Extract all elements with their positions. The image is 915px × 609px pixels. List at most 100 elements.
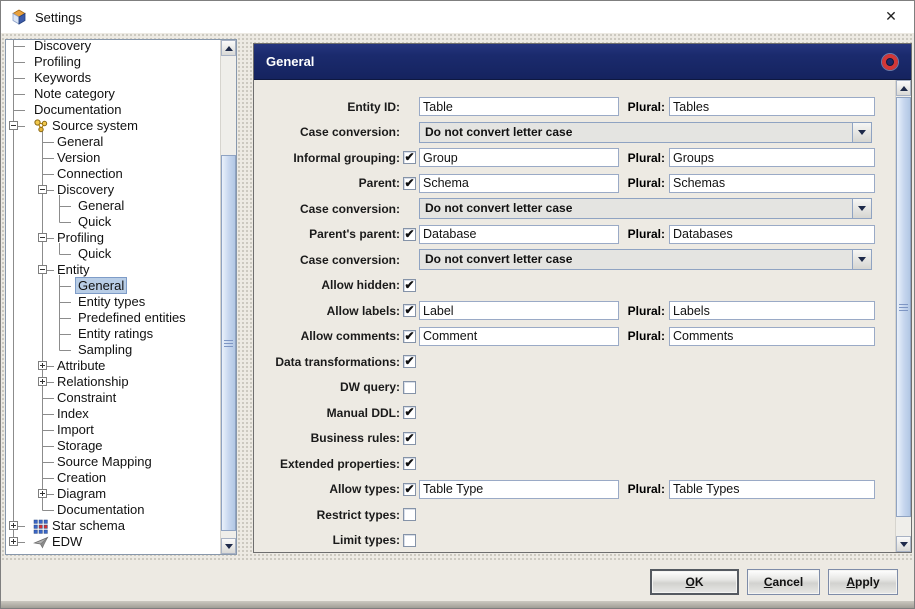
collapse-icon[interactable] xyxy=(38,185,47,194)
expand-icon[interactable] xyxy=(38,489,47,498)
expand-icon[interactable] xyxy=(38,361,47,370)
case-conversion-select[interactable]: Do not convert letter case xyxy=(419,198,872,219)
tree-scrollbar-thumb[interactable] xyxy=(221,155,236,531)
tree-item-import[interactable]: Import xyxy=(6,422,220,438)
tree-item-relationship[interactable]: Relationship xyxy=(6,374,220,390)
tree-item-edw[interactable]: EDW xyxy=(6,534,220,550)
tree-item-label: Source Mapping xyxy=(57,454,152,469)
cancel-button[interactable]: Cancel xyxy=(747,569,820,595)
allow-types-plural-input[interactable] xyxy=(669,480,875,499)
tree-item-storage[interactable]: Storage xyxy=(6,438,220,454)
parent-checkbox[interactable]: ✔ xyxy=(403,177,416,190)
manual-ddl-checkbox[interactable]: ✔ xyxy=(403,406,416,419)
parent-input[interactable] xyxy=(419,174,619,193)
scroll-up-button[interactable] xyxy=(896,80,911,96)
extended-properties-checkbox[interactable]: ✔ xyxy=(403,457,416,470)
close-icon[interactable]: ✕ xyxy=(868,1,914,32)
plural-label: Plural: xyxy=(625,482,665,496)
allow-types-input[interactable] xyxy=(419,480,619,499)
tree-item-keywords[interactable]: Keywords xyxy=(6,70,220,86)
tree-item-creation[interactable]: Creation xyxy=(6,470,220,486)
tree-item-index[interactable]: Index xyxy=(6,406,220,422)
tree-item-profiling[interactable]: Profiling xyxy=(6,54,220,70)
tree-item-predefined-entities[interactable]: Predefined entities xyxy=(6,310,220,326)
tree-item-general[interactable]: General xyxy=(6,198,220,214)
split-divider[interactable] xyxy=(237,33,251,561)
tree-item-source-mapping[interactable]: Source Mapping xyxy=(6,454,220,470)
collapse-icon[interactable] xyxy=(38,233,47,242)
case-conversion-label: Case conversion: xyxy=(254,125,400,139)
allow-types-checkbox[interactable]: ✔ xyxy=(403,483,416,496)
allow-labels-plural-input[interactable] xyxy=(669,301,875,320)
tree-item-discovery[interactable]: Discovery xyxy=(6,40,220,54)
entity-id-input[interactable] xyxy=(419,97,619,116)
case-conversion-label: Case conversion: xyxy=(254,253,400,267)
tree-item-constraint[interactable]: Constraint xyxy=(6,390,220,406)
tree-item-quick[interactable]: Quick xyxy=(6,214,220,230)
tree-item-source-system[interactable]: Source system xyxy=(6,118,220,134)
parent-s-parent-plural-input[interactable] xyxy=(669,225,875,244)
chevron-down-icon[interactable] xyxy=(852,199,871,218)
collapse-icon[interactable] xyxy=(38,265,47,274)
expand-icon[interactable] xyxy=(38,377,47,386)
business-rules-checkbox[interactable]: ✔ xyxy=(403,432,416,445)
scroll-down-button[interactable] xyxy=(221,538,236,554)
expand-icon[interactable] xyxy=(9,537,18,546)
settings-tree[interactable]: DiscoveryProfilingKeywordsNote categoryD… xyxy=(5,39,237,555)
tree-item-attribute[interactable]: Attribute xyxy=(6,358,220,374)
tree-item-profiling[interactable]: Profiling xyxy=(6,230,220,246)
informal-grouping-checkbox[interactable]: ✔ xyxy=(403,151,416,164)
tree-item-diagram[interactable]: Diagram xyxy=(6,486,220,502)
data-transformations-checkbox[interactable]: ✔ xyxy=(403,355,416,368)
tree-item-label: Constraint xyxy=(57,390,116,405)
tree-item-entity-types[interactable]: Entity types xyxy=(6,294,220,310)
tree-item-documentation[interactable]: Documentation xyxy=(6,502,220,518)
tree-item-version[interactable]: Version xyxy=(6,150,220,166)
titlebar[interactable]: Settings ✕ xyxy=(1,1,914,34)
chevron-down-icon[interactable] xyxy=(852,123,871,142)
tree-item-connection[interactable]: Connection xyxy=(6,166,220,182)
form-row-case-conversion: Case conversion: Do not convert letter ca… xyxy=(254,120,894,146)
chevron-down-icon[interactable] xyxy=(852,250,871,269)
tree-item-entity-ratings[interactable]: Entity ratings xyxy=(6,326,220,342)
allow-comments-plural-input[interactable] xyxy=(669,327,875,346)
form-scrollbar[interactable] xyxy=(895,80,911,552)
informal-grouping-plural-input[interactable] xyxy=(669,148,875,167)
allow-labels-input[interactable] xyxy=(419,301,619,320)
tree-item-general[interactable]: General xyxy=(6,278,220,294)
case-conversion-select[interactable]: Do not convert letter case xyxy=(419,122,872,143)
tree-scrollbar[interactable] xyxy=(220,40,236,554)
allow-comments-input[interactable] xyxy=(419,327,619,346)
form-row-data-transformations: Data transformations:✔ xyxy=(254,349,894,375)
scroll-down-button[interactable] xyxy=(896,536,911,552)
dw-query-checkbox[interactable] xyxy=(403,381,416,394)
restrict-types-checkbox[interactable] xyxy=(403,508,416,521)
parent-plural-input[interactable] xyxy=(669,174,875,193)
parent-s-parent-checkbox[interactable]: ✔ xyxy=(403,228,416,241)
informal-grouping-input[interactable] xyxy=(419,148,619,167)
tree-item-note-category[interactable]: Note category xyxy=(6,86,220,102)
collapse-icon[interactable] xyxy=(9,121,18,130)
allow-labels-checkbox[interactable]: ✔ xyxy=(403,304,416,317)
ok-button[interactable]: OK xyxy=(650,569,739,595)
entity-id-plural-input[interactable] xyxy=(669,97,875,116)
tree-item-label: General xyxy=(75,277,127,294)
tree-item-quick[interactable]: Quick xyxy=(6,246,220,262)
apply-button[interactable]: Apply xyxy=(828,569,898,595)
limit-types-checkbox[interactable] xyxy=(403,534,416,547)
scroll-up-button[interactable] xyxy=(221,40,236,56)
case-conversion-select[interactable]: Do not convert letter case xyxy=(419,249,872,270)
form-scrollbar-thumb[interactable] xyxy=(896,97,911,517)
parent-s-parent-input[interactable] xyxy=(419,225,619,244)
tree-item-documentation[interactable]: Documentation xyxy=(6,102,220,118)
tree-item-entity[interactable]: Entity xyxy=(6,262,220,278)
form-row-parent-s-parent: Parent's parent:✔Plural: xyxy=(254,222,894,248)
allow-comments-checkbox[interactable]: ✔ xyxy=(403,330,416,343)
tree-item-discovery[interactable]: Discovery xyxy=(6,182,220,198)
expand-icon[interactable] xyxy=(9,521,18,530)
allow-hidden-checkbox[interactable]: ✔ xyxy=(403,279,416,292)
help-ring-icon[interactable] xyxy=(882,54,898,70)
tree-item-sampling[interactable]: Sampling xyxy=(6,342,220,358)
tree-item-general[interactable]: General xyxy=(6,134,220,150)
tree-item-star-schema[interactable]: Star schema xyxy=(6,518,220,534)
